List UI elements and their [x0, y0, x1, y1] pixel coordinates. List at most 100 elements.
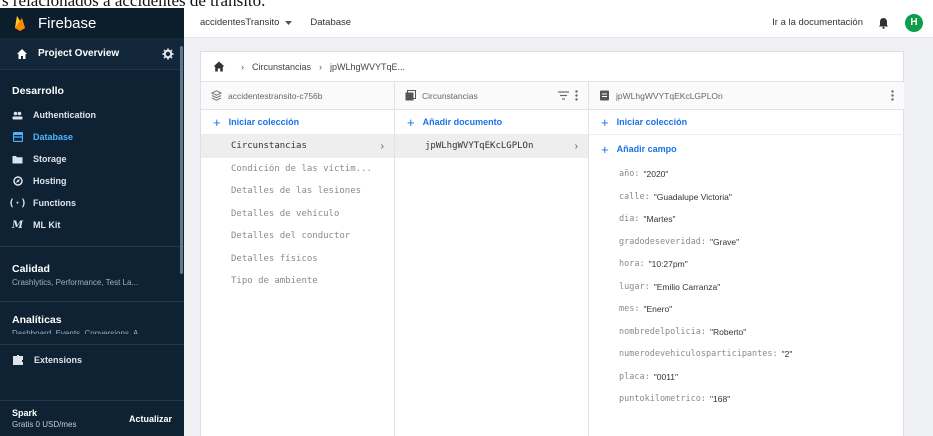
list-item[interactable]: Circunstancias › — [201, 135, 394, 158]
gear-icon[interactable] — [162, 48, 174, 60]
document-field[interactable]: hora: "10:27pm" — [589, 253, 904, 276]
document-field[interactable]: dia: "Martes" — [589, 208, 904, 231]
list-item[interactable]: jpWLhgWVYTqEKcLGPLOn › — [395, 135, 588, 158]
button-label: Añadir campo — [616, 144, 677, 154]
document-field[interactable]: nombredelpolicia: "Roberto" — [589, 321, 904, 344]
sidebar-scrollbar[interactable] — [180, 46, 183, 274]
breadcrumb-separator: › — [241, 61, 244, 72]
firebase-flame-icon — [15, 16, 25, 31]
start-subcollection-button[interactable]: + Iniciar colección — [589, 110, 904, 135]
filter-icon[interactable] — [558, 91, 569, 100]
breadcrumb-separator: › — [319, 61, 323, 72]
sidebar-item-label: Hosting — [33, 176, 67, 186]
field-value: "2" — [781, 349, 793, 360]
list-item[interactable]: Detalles del conductor — [201, 225, 394, 248]
sidebar-section-analiticas[interactable]: Analíticas Dashboard, Events, Conversion… — [0, 302, 184, 344]
chevron-right-icon: › — [380, 140, 384, 152]
more-vert-icon[interactable] — [891, 90, 894, 101]
document-field[interactable]: gradodeseveridad: "Grave" — [589, 231, 904, 254]
project-overview-row[interactable]: Project Overview — [0, 38, 184, 70]
column-title: accidentestransito-c756b — [228, 90, 323, 101]
field-value: "Roberto" — [710, 326, 747, 337]
section-title: Calidad — [12, 263, 50, 275]
sidebar-item-label: Functions — [33, 198, 76, 208]
people-icon — [12, 110, 23, 121]
sidebar-item-storage[interactable]: Storage — [0, 148, 184, 170]
breadcrumb-item[interactable]: Circunstancias — [252, 62, 311, 72]
field-key: hora: — [619, 259, 645, 270]
list-item[interactable]: Detalles físicos — [201, 248, 394, 271]
button-label: Iniciar colección — [228, 117, 300, 127]
page-caption: s relacionados a accidentes de tránsito. — [0, 0, 933, 8]
sidebar-section-calidad[interactable]: Calidad Crashlytics, Performance, Test L… — [0, 247, 184, 301]
sidebar-item-label: ML Kit — [33, 220, 61, 230]
column-header: accidentestransito-c756b — [201, 82, 394, 110]
column-title: Circunstancias — [422, 90, 478, 101]
field-key: año: — [619, 169, 640, 180]
field-key: placa: — [619, 371, 650, 382]
docs-link[interactable]: Ir a la documentación — [772, 17, 863, 28]
list-item[interactable]: Tipo de ambiente — [201, 270, 394, 293]
document-field[interactable]: puntokilometrico: "168" — [589, 388, 904, 411]
sidebar-item-authentication[interactable]: Authentication — [0, 104, 184, 126]
functions-icon: (·) — [8, 197, 27, 209]
upgrade-button[interactable]: Actualizar — [129, 414, 172, 424]
list-item[interactable]: Detalles de las lesiones — [201, 180, 394, 203]
project-selector[interactable]: accidentesTransito — [200, 17, 293, 28]
plan-name: Spark — [12, 408, 38, 418]
hosting-icon — [12, 176, 23, 187]
column-header: jpWLhgWVYTqEKcLGPLOn — [589, 82, 904, 110]
more-vert-icon[interactable] — [575, 90, 578, 101]
document-field[interactable]: placa: "0011" — [589, 366, 904, 389]
bell-icon[interactable] — [878, 17, 889, 29]
field-key: dia: — [619, 214, 640, 225]
collection-column: Circunstancias + Añadir documento jpWLhg… — [395, 82, 589, 436]
storage-icon — [12, 154, 23, 165]
field-value: "Grave" — [710, 236, 740, 247]
field-key: nombredelpolicia: — [619, 326, 706, 337]
brand-name: Firebase — [38, 14, 97, 32]
document-field[interactable]: numerodevehiculosparticipantes: "2" — [589, 343, 904, 366]
document-field[interactable]: calle: "Guadalupe Victoria" — [589, 186, 904, 209]
document-column: jpWLhgWVYTqEKcLGPLOn + Iniciar colección… — [589, 82, 904, 436]
plus-icon: + — [601, 141, 609, 157]
home-icon[interactable] — [213, 61, 225, 72]
sidebar-item-label: Authentication — [33, 110, 96, 120]
field-list: año: "2020" calle: "Guadalupe Victoria" dia:… — [589, 163, 904, 411]
sidebar-item-functions[interactable]: (·) Functions — [0, 192, 184, 214]
document-field[interactable]: año: "2020" — [589, 163, 904, 186]
project-overview-label: Project Overview — [38, 48, 120, 59]
document-field[interactable]: mes: "Enero" — [589, 298, 904, 321]
field-key: mes: — [619, 304, 640, 315]
list-item[interactable]: Detalles de vehículo — [201, 203, 394, 226]
sidebar-item-label: Extensions — [34, 354, 83, 365]
document-field[interactable]: lugar: "Emilio Carranza" — [589, 276, 904, 299]
sidebar-item-hosting[interactable]: Hosting — [0, 170, 184, 192]
sidebar-item-database[interactable]: Database — [0, 126, 184, 148]
section-subtitle: Crashlytics, Performance, Test La... — [12, 278, 139, 287]
add-document-button[interactable]: + Añadir documento — [395, 110, 588, 135]
project-name: accidentesTransito — [200, 17, 280, 28]
brand-bar[interactable]: Firebase — [0, 8, 184, 38]
plus-icon: + — [213, 114, 221, 130]
plan-bar: Spark Gratis 0 USD/mes Actualizar — [0, 400, 184, 436]
list-item[interactable]: Condición de las víctim... — [201, 158, 394, 181]
database-stack-icon — [211, 90, 222, 101]
chevron-right-icon: › — [574, 140, 578, 152]
field-key: lugar: — [619, 281, 650, 292]
root-column: accidentestransito-c756b + Iniciar colec… — [201, 82, 395, 436]
sidebar-item-extensions[interactable]: Extensions — [0, 344, 184, 374]
field-value: "Martes" — [643, 214, 676, 225]
start-collection-button[interactable]: + Iniciar colección — [201, 110, 394, 135]
field-value: "2020" — [643, 169, 669, 180]
button-label: Añadir documento — [422, 117, 503, 127]
avatar[interactable]: H — [905, 13, 923, 32]
home-icon — [17, 48, 27, 59]
field-key: puntokilometrico: — [619, 394, 706, 405]
column-header: Circunstancias — [395, 82, 588, 110]
sidebar-item-ml-kit[interactable]: M ML Kit — [0, 214, 184, 236]
field-value: "Emilio Carranza" — [653, 281, 721, 292]
breadcrumb-item[interactable]: jpWLhgWVYTqE... — [330, 62, 405, 72]
add-field-button[interactable]: + Añadir campo — [589, 135, 904, 163]
field-value: "168" — [710, 394, 731, 405]
